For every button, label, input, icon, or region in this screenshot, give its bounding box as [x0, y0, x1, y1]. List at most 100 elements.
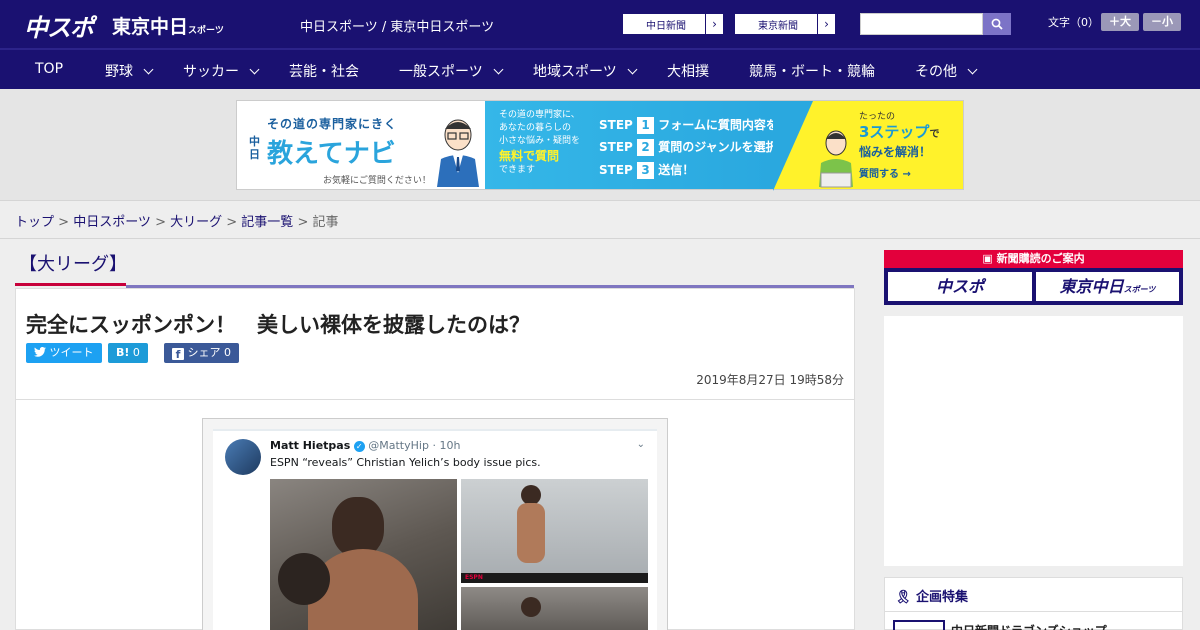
- nav-label: TOP: [35, 61, 64, 77]
- tweet-photo-3: [461, 587, 648, 630]
- logo-tokyo-chunichi-sports[interactable]: 東京中日スポーツ: [112, 12, 224, 39]
- article-photo[interactable]: Matt Hietpas ✓ @MattyHip · 10h ⌄ ESPN “r…: [202, 418, 668, 630]
- facebook-icon: f: [172, 348, 184, 361]
- article-box: 完全にスッポンポン！ 美しい裸体を披露したのは？ ツイート B! 0 f シェア…: [15, 288, 855, 630]
- chevron-down-icon: [249, 64, 260, 75]
- chunichi-shimbun-label: 中日新聞: [646, 20, 686, 32]
- banner-ask-button[interactable]: 質問する →: [859, 165, 911, 180]
- step-label: STEP: [599, 118, 633, 132]
- breadcrumb-sep: >: [150, 215, 171, 230]
- nav-item-top[interactable]: TOP: [35, 61, 63, 77]
- banner-step-3: STEP 3 送信！: [599, 161, 694, 179]
- logo-chunichi-sports[interactable]: 中スポ: [24, 8, 94, 43]
- nav-label: サッカー: [183, 64, 239, 80]
- nav-item-general-sports[interactable]: 一般スポーツ: [399, 61, 504, 81]
- subscription-banner: ▣ 新聞購読のご案内 中スポ 東京中日スポーツ: [884, 250, 1183, 305]
- embedded-tweet-screenshot: Matt Hietpas ✓ @MattyHip · 10h ⌄ ESPN “r…: [213, 429, 657, 630]
- avatar: [225, 439, 261, 475]
- photo-figure-body: [517, 503, 545, 563]
- arrow-right-icon: →: [902, 169, 911, 180]
- photo-caption-bar: [461, 573, 648, 583]
- photo-figure-head: [332, 497, 384, 557]
- breadcrumb-top[interactable]: トップ: [15, 215, 54, 230]
- step-number: 2: [637, 139, 655, 156]
- banner-mid-free: 無料で質問: [499, 149, 560, 163]
- nav-label: 芸能・社会: [289, 64, 359, 80]
- advertisement-slot[interactable]: [884, 316, 1183, 566]
- logo-tokyo-text: 東京中日: [112, 16, 189, 38]
- main-nav: TOP 野球 サッカー 芸能・社会 一般スポーツ 地域スポーツ 大相撲 競馬・ボ…: [0, 48, 1200, 89]
- oshiete-navi-banner[interactable]: その道の専門家にきく 中日 教えてナビ お気軽にご質問ください！ その道の専門家…: [236, 100, 964, 191]
- facebook-share-button[interactable]: f シェア 0: [164, 343, 239, 363]
- category-label: 【大リーグ】: [15, 240, 127, 286]
- hatena-count: 0: [132, 346, 140, 359]
- step-text: 質問のジャンルを選択: [658, 140, 778, 154]
- breadcrumb-chunichi-sports[interactable]: 中日スポーツ: [73, 215, 151, 230]
- chevron-down-icon: [143, 64, 154, 75]
- breadcrumb: トップ > 中日スポーツ > 大リーグ > 記事一覧 > 記事: [0, 201, 1200, 239]
- tweet-author-row: Matt Hietpas ✓ @MattyHip · 10h: [270, 439, 460, 452]
- nav-item-baseball[interactable]: 野球: [105, 61, 154, 81]
- espn-logo: ESPN: [465, 574, 483, 581]
- breadcrumb-mlb[interactable]: 大リーグ: [170, 215, 222, 230]
- nav-label: 一般スポーツ: [399, 64, 483, 80]
- kikaku-title-text: 企画特集: [916, 590, 969, 605]
- subscribe-tokyo-chunichi-button[interactable]: 東京中日スポーツ: [1036, 272, 1179, 301]
- subscribe-chunichi-sports-button[interactable]: 中スポ: [888, 272, 1032, 301]
- tokyo-shimbun-label: 東京新聞: [758, 20, 798, 32]
- nav-item-racing[interactable]: 競馬・ボート・競輪: [749, 61, 875, 81]
- ribbon-icon: 🎗: [895, 590, 912, 605]
- banner-middle: その道の専門家に、 あなたの暮らしの 小さな悩み・疑問を 無料で質問 できます …: [485, 101, 802, 189]
- newspaper-icon: ▣: [982, 252, 993, 265]
- site-title[interactable]: 中日スポーツ / 東京中日スポーツ: [300, 16, 494, 35]
- search-input[interactable]: [860, 13, 983, 35]
- nav-label: 野球: [105, 64, 133, 80]
- article-date: 2019年8月27日 19時58分: [696, 373, 844, 387]
- breadcrumb-sep: >: [293, 215, 313, 230]
- breadcrumb-article-list[interactable]: 記事一覧: [241, 215, 293, 230]
- subscribe-tokyo-small: スポーツ: [1123, 285, 1156, 294]
- verified-badge-icon: ✓: [353, 441, 365, 452]
- kikaku-title: 🎗 企画特集: [885, 578, 1182, 612]
- nav-label: 競馬・ボート・競輪: [749, 64, 875, 80]
- banner-brand-prefix: 中日: [249, 135, 260, 161]
- tweet-button[interactable]: ツイート: [26, 343, 102, 363]
- step-label: STEP: [599, 140, 633, 154]
- nav-item-other[interactable]: その他: [915, 61, 978, 81]
- nav-item-sumo[interactable]: 大相撲: [667, 61, 709, 81]
- person-illustration-icon: [437, 119, 479, 187]
- banner-right-big: 3ステップで: [859, 121, 939, 142]
- nav-label: その他: [915, 64, 957, 80]
- font-smaller-button[interactable]: －小: [1143, 13, 1181, 31]
- share-label: シェア: [187, 346, 221, 359]
- logo-tokyo-small: スポーツ: [188, 26, 224, 36]
- font-bigger-button[interactable]: ＋大: [1101, 13, 1139, 31]
- person-laptop-icon: [819, 130, 853, 188]
- chunichi-shimbun-button[interactable]: 中日新聞 ›: [622, 13, 724, 35]
- subscription-title-text: 新聞購読のご案内: [996, 252, 1085, 265]
- article-divider: [16, 399, 854, 400]
- banner-right-big-text: 3ステップ: [859, 123, 930, 141]
- step-number: 1: [637, 117, 655, 134]
- banner-mid-text: その道の専門家に、 あなたの暮らしの 小さな悩み・疑問を 無料で質問 できます: [499, 109, 580, 177]
- chevron-right-icon: ›: [817, 14, 835, 34]
- kikaku-item-dragons-shop[interactable]: 中日新聞ドラゴンズショップ: [951, 622, 1107, 630]
- tweet-handle: @MattyHip: [368, 439, 429, 452]
- tokyo-shimbun-button[interactable]: 東京新聞 ›: [734, 13, 836, 35]
- tweet-photo-1: [270, 479, 457, 630]
- nav-item-local-sports[interactable]: 地域スポーツ: [533, 61, 638, 81]
- nav-item-entertainment[interactable]: 芸能・社会: [289, 61, 359, 81]
- chevron-down-icon: [493, 64, 504, 75]
- kikaku-feature-box: 🎗 企画特集 中日新聞ドラゴンズショップ: [884, 577, 1183, 630]
- search-button[interactable]: [983, 13, 1011, 35]
- chevron-down-icon: ⌄: [636, 439, 645, 450]
- nav-item-soccer[interactable]: サッカー: [183, 61, 260, 81]
- twitter-bird-icon: [34, 346, 46, 357]
- hatena-bookmark-button[interactable]: B! 0: [108, 343, 148, 363]
- banner-mid-line2: あなたの暮らしの: [499, 123, 572, 133]
- banner-right: たったの 3ステップで 悩みを解消！ 質問する →: [773, 101, 963, 191]
- photo-figure-head: [521, 597, 541, 617]
- tweet-time: · 10h: [432, 439, 461, 452]
- step-text: 送信！: [658, 163, 695, 177]
- banner-diagonal: [773, 101, 813, 191]
